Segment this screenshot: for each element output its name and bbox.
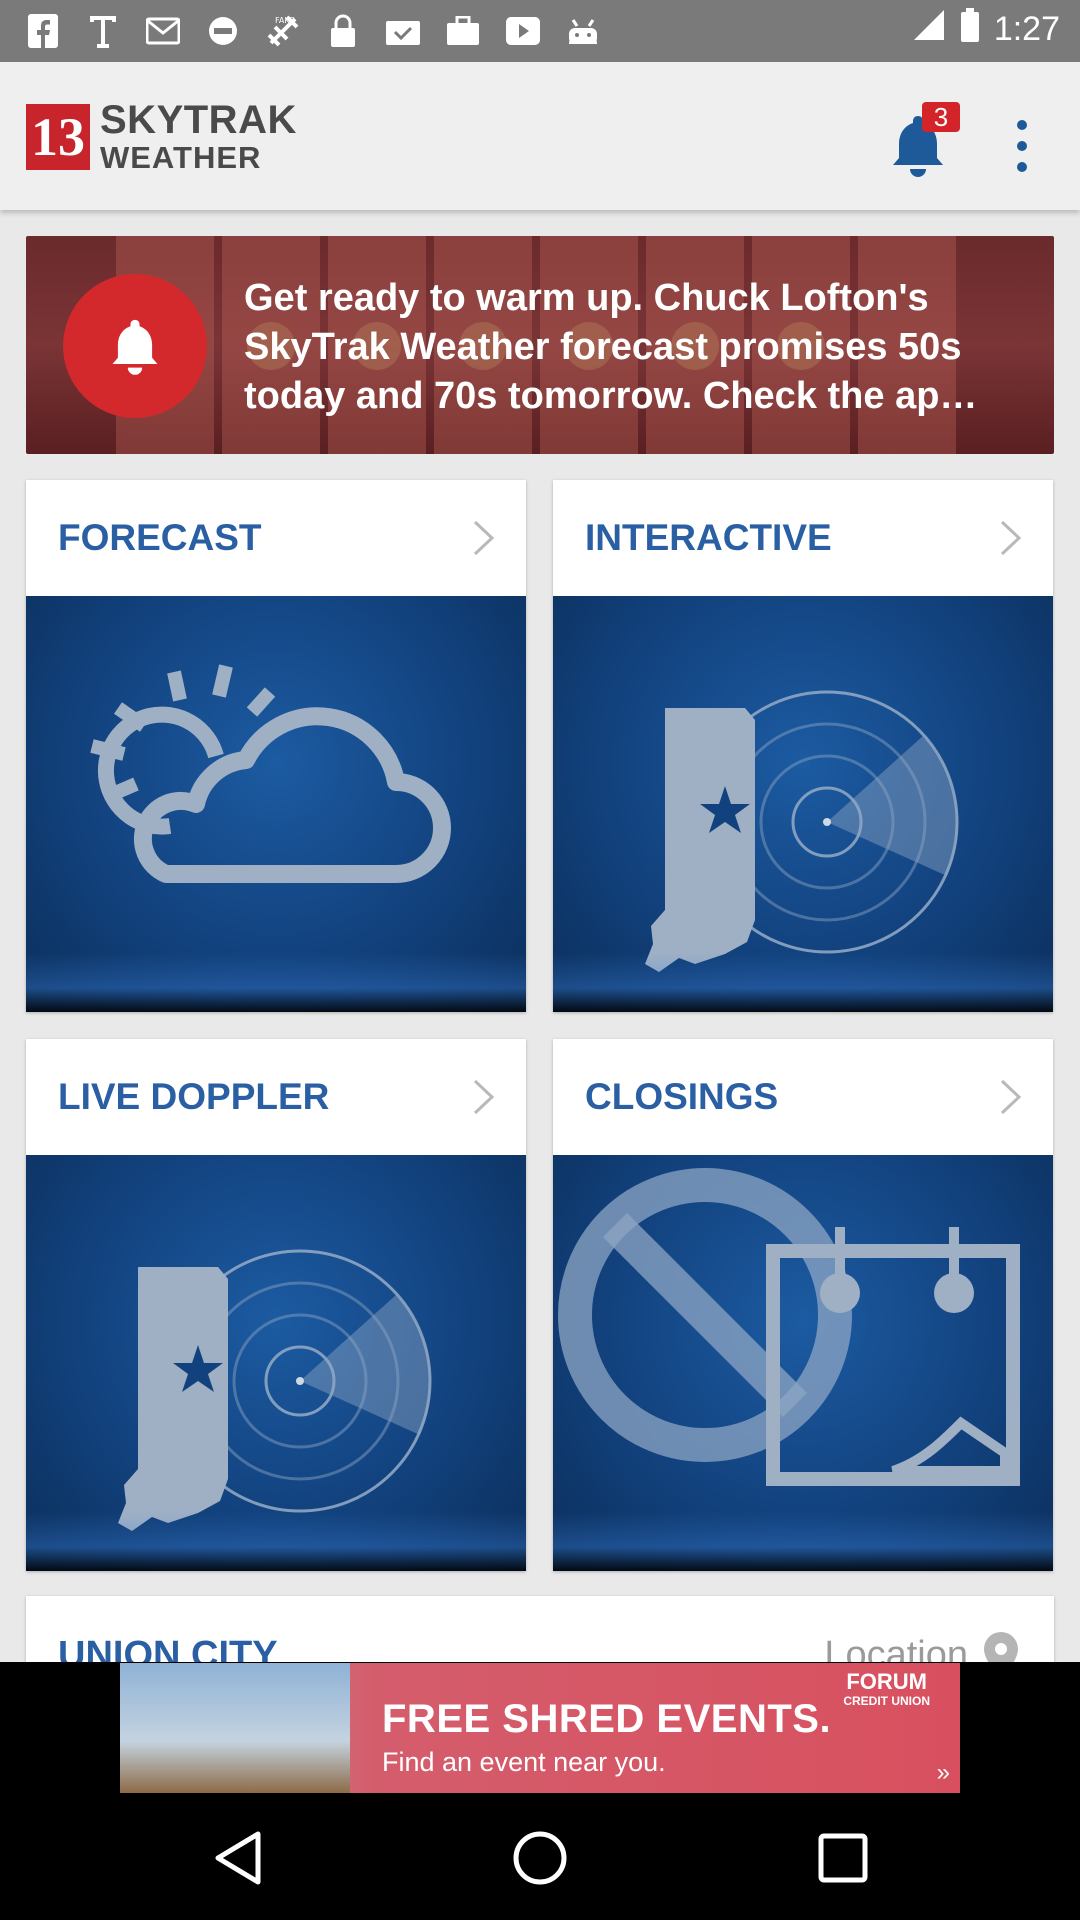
card-title: LIVE DOPPLER	[58, 1076, 330, 1117]
assignment-check-icon	[384, 12, 422, 50]
card-header[interactable]: LIVE DOPPLER	[26, 1039, 526, 1156]
fake-gps-icon: FAKE	[264, 12, 302, 50]
card-title: CLOSINGS	[585, 1076, 779, 1117]
interactive-tile[interactable]	[553, 596, 1053, 1012]
home-button[interactable]	[508, 1826, 572, 1890]
forecast-card[interactable]: FORECAST	[26, 480, 526, 1012]
card-header[interactable]: CLOSINGS	[553, 1039, 1053, 1156]
double-chevron-icon: »	[936, 1759, 950, 1786]
indiana-radar-icon	[645, 690, 959, 972]
alert-banner[interactable]: Get ready to warm up. Chuck Lofton's Sky…	[26, 236, 1054, 454]
closings-tile[interactable]	[553, 1155, 1053, 1571]
live-doppler-tile[interactable]	[26, 1155, 526, 1571]
card-title: INTERACTIVE	[585, 517, 832, 558]
status-right: 1:27	[912, 8, 1060, 51]
interactive-card[interactable]: INTERACTIVE	[553, 480, 1053, 1012]
android-icon	[564, 12, 602, 50]
overflow-menu-button[interactable]	[1002, 114, 1042, 178]
recents-square-icon	[818, 1833, 868, 1883]
logo-line2: WEATHER	[100, 140, 262, 175]
text-format-icon	[84, 12, 122, 50]
signal-icon	[912, 8, 946, 51]
recents-button[interactable]	[811, 1826, 875, 1890]
chevron-right-icon	[473, 520, 495, 556]
mail-icon	[144, 12, 182, 50]
chevron-right-icon	[1000, 1079, 1022, 1115]
briefcase-icon	[444, 12, 482, 50]
notification-count-badge: 3	[922, 102, 960, 132]
home-circle-icon	[513, 1831, 567, 1885]
sun-cloud-icon	[90, 664, 451, 883]
indiana-radar-icon	[118, 1249, 432, 1531]
forecast-tile[interactable]	[26, 596, 526, 1012]
logo-number: 13	[26, 103, 90, 170]
chevron-right-icon	[473, 1079, 495, 1115]
card-header[interactable]: INTERACTIVE	[553, 480, 1053, 597]
app-logo[interactable]: 13 SKYTRAK WEATHER	[26, 100, 297, 173]
closed-calendar-icon	[558, 1168, 1020, 1486]
logo-line1: SKYTRAK	[100, 98, 297, 142]
ad-brand: FORUM CREDIT UNION	[843, 1669, 930, 1708]
ad-subline: Find an event near you.	[382, 1747, 666, 1777]
closings-card[interactable]: CLOSINGS	[553, 1039, 1053, 1571]
more-vert-icon	[1017, 120, 1027, 130]
battery-icon	[960, 8, 980, 51]
app-bar: 13 SKYTRAK WEATHER 3	[0, 62, 1080, 210]
status-bar: FAKE 1:27	[0, 0, 1080, 62]
lock-icon	[324, 12, 362, 50]
bell-icon	[112, 319, 158, 375]
alert-bell-button[interactable]	[63, 274, 207, 418]
ad-banner[interactable]: FORUM CREDIT UNION FREE SHRED EVENTS. Fi…	[120, 1663, 960, 1793]
chevron-right-icon	[1000, 520, 1022, 556]
shredded-paper-image	[120, 1663, 350, 1793]
svg-text:FAKE: FAKE	[275, 16, 295, 25]
system-navigation-bar	[0, 1796, 1080, 1920]
facebook-icon	[24, 12, 62, 50]
play-icon	[504, 12, 542, 50]
alert-message: Get ready to warm up. Chuck Lofton's Sky…	[244, 277, 978, 417]
back-button[interactable]	[206, 1826, 270, 1890]
back-triangle-icon	[215, 1831, 261, 1885]
clock: 1:27	[993, 10, 1060, 48]
do-not-disturb-icon	[204, 12, 242, 50]
card-header[interactable]: FORECAST	[26, 480, 526, 597]
status-notification-icons: FAKE	[24, 12, 602, 50]
ad-headline: FREE SHRED EVENTS.	[382, 1697, 832, 1741]
live-doppler-card[interactable]: LIVE DOPPLER	[26, 1039, 526, 1571]
notifications-button[interactable]: 3	[882, 102, 960, 182]
card-title: FORECAST	[58, 517, 262, 558]
